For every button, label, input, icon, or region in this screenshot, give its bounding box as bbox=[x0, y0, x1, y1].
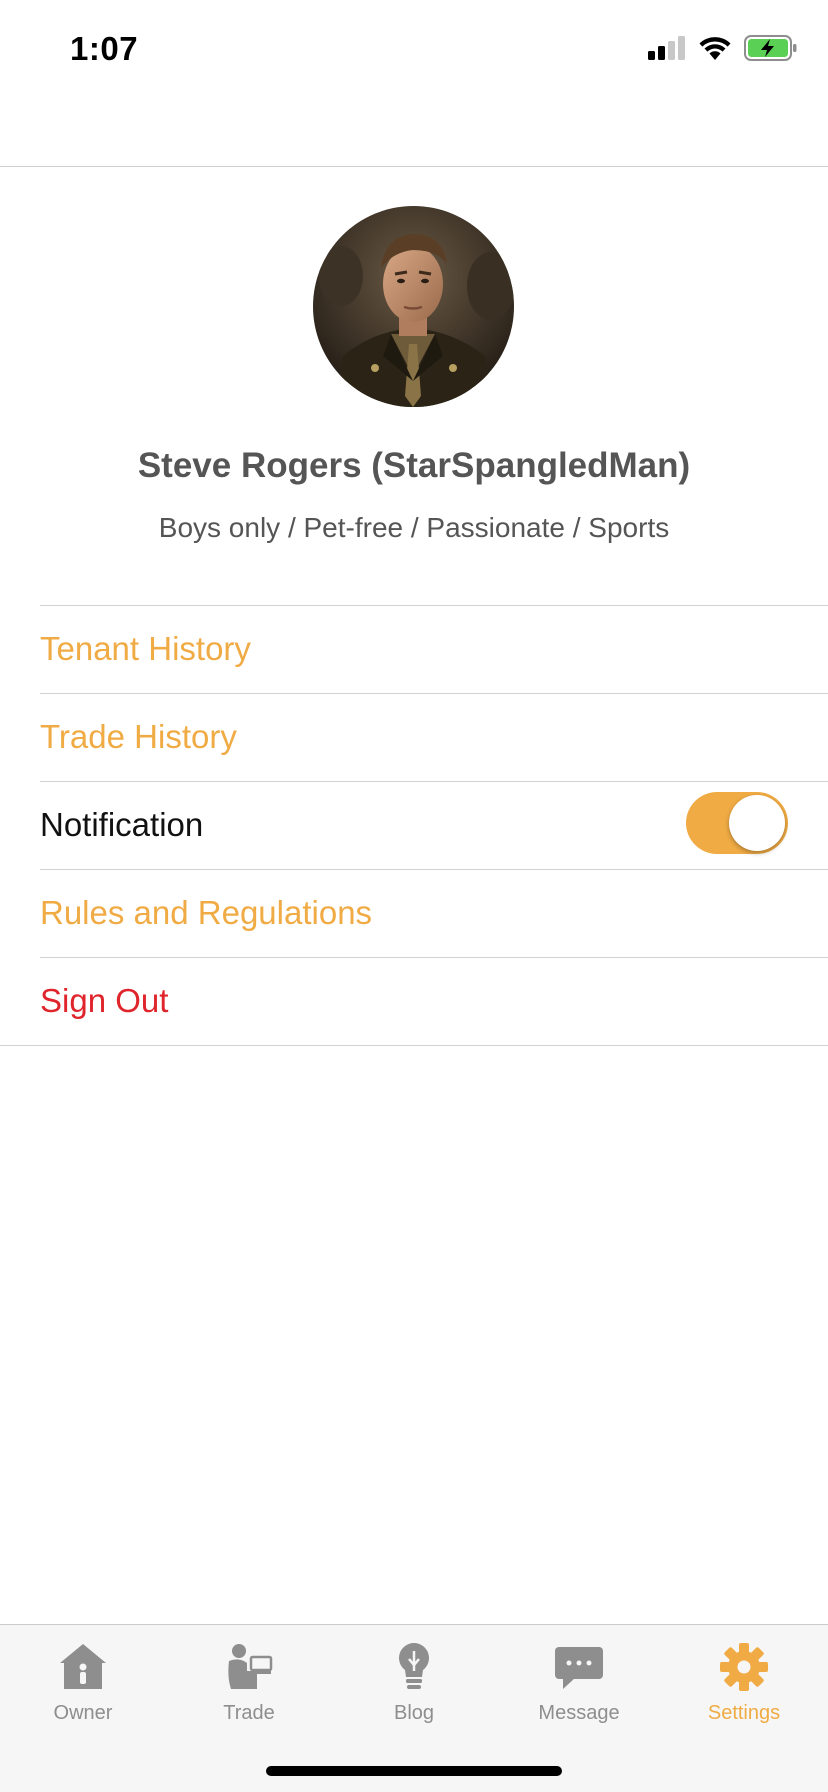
tenant-history-label: Tenant History bbox=[40, 630, 251, 667]
list-bottom-divider bbox=[0, 1045, 828, 1046]
profile-tags: Boys only / Pet-free / Passionate / Spor… bbox=[158, 512, 670, 543]
status-time: 1:07 bbox=[70, 30, 139, 67]
trade-history-row[interactable]: Trade History bbox=[0, 693, 828, 781]
wifi-icon bbox=[698, 35, 732, 66]
person-at-desk-icon bbox=[223, 1641, 275, 1693]
profile-name: Steve Rogers (StarSpangledMan) bbox=[137, 446, 691, 485]
nav-divider bbox=[0, 166, 828, 167]
tab-blog-label: Blog bbox=[393, 1702, 435, 1724]
battery-charging-icon bbox=[744, 34, 798, 66]
tenant-history-row[interactable]: Tenant History bbox=[0, 605, 828, 693]
avatar[interactable] bbox=[313, 206, 514, 407]
status-bar: 1:07 bbox=[0, 0, 828, 100]
notification-label: Notification bbox=[40, 806, 204, 843]
trade-history-label: Trade History bbox=[40, 718, 237, 755]
status-icons bbox=[648, 34, 798, 66]
cellular-signal-icon bbox=[648, 35, 686, 65]
gear-icon bbox=[718, 1641, 770, 1693]
rules-and-regulations-label: Rules and Regulations bbox=[40, 894, 373, 931]
tab-owner-label: Owner bbox=[53, 1702, 113, 1724]
tab-settings-label: Settings bbox=[707, 1702, 781, 1724]
rules-and-regulations-row[interactable]: Rules and Regulations bbox=[0, 869, 828, 957]
chat-bubble-icon bbox=[553, 1641, 605, 1693]
notification-row: Notification bbox=[0, 781, 828, 869]
tab-blog[interactable]: Blog bbox=[331, 1625, 497, 1725]
toggle-knob bbox=[729, 795, 785, 851]
settings-list: Tenant History Trade History Notificatio… bbox=[0, 605, 828, 1046]
home-indicator[interactable] bbox=[266, 1766, 562, 1776]
tab-trade[interactable]: Trade bbox=[166, 1625, 332, 1725]
sign-out-row[interactable]: Sign Out bbox=[0, 957, 828, 1045]
house-icon bbox=[57, 1641, 109, 1693]
notification-toggle[interactable] bbox=[686, 792, 788, 854]
tab-owner[interactable]: Owner bbox=[0, 1625, 166, 1725]
sign-out-label: Sign Out bbox=[40, 982, 169, 1019]
tab-message[interactable]: Message bbox=[496, 1625, 662, 1725]
tab-settings[interactable]: Settings bbox=[661, 1625, 827, 1725]
tab-message-label: Message bbox=[538, 1702, 620, 1724]
tab-trade-label: Trade bbox=[223, 1702, 275, 1724]
lightbulb-icon bbox=[388, 1641, 440, 1693]
